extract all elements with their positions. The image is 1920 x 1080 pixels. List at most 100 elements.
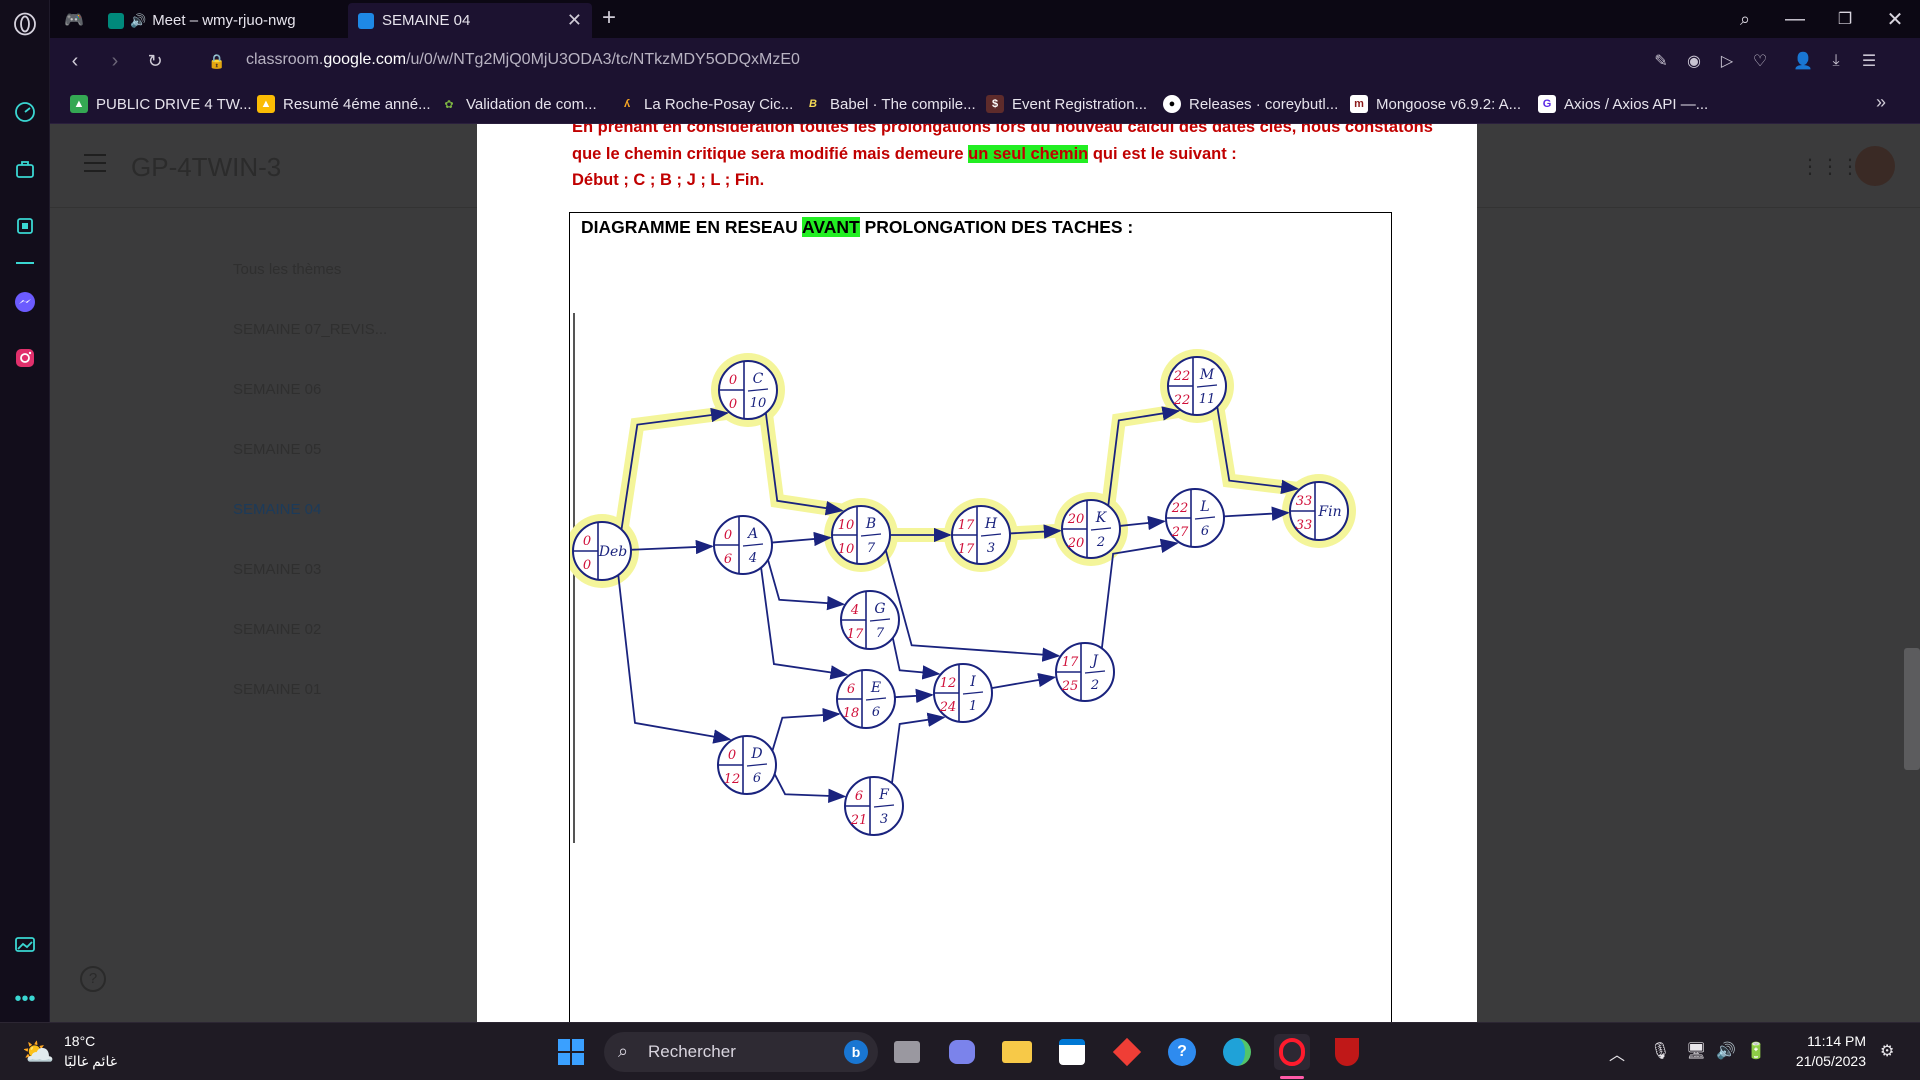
mcafee-icon[interactable] — [1329, 1034, 1365, 1070]
profile-icon[interactable]: 👤 — [1792, 50, 1814, 72]
active-app-indicator — [1280, 1076, 1304, 1079]
tab-meet[interactable]: 🔊 Meet – wmy-rjuo-nwg ✕ — [98, 3, 388, 38]
help-app-icon[interactable]: ? — [1164, 1034, 1200, 1070]
more-icon[interactable]: ••• — [11, 985, 39, 1013]
tab-semaine-04[interactable]: SEMAINE 04 ✕ — [348, 3, 592, 38]
tray-chevron-icon[interactable]: ︿ — [1609, 1041, 1625, 1065]
event-icon: $ — [986, 95, 1004, 113]
battery-icon[interactable]: 🔋 — [1746, 1041, 1766, 1061]
node-task-name: M — [1199, 367, 1215, 383]
bookmark-item[interactable]: ● Releases · coreybutl... — [1163, 93, 1338, 115]
bookmark-item[interactable]: B Babel · The compile... — [804, 93, 976, 115]
bookmark-label: Mongoose v6.9.2: A... — [1376, 95, 1522, 113]
bookmark-item[interactable]: m Mongoose v6.9.2: A... — [1350, 93, 1521, 115]
clock[interactable]: 11:14 PM 21/05/2023 — [1796, 1031, 1866, 1071]
topic-item-active[interactable]: SEMAINE 04 — [233, 501, 321, 518]
url-field[interactable]: classroom.google.com/u/0/w/NTg2MjQ0MjU3O… — [246, 51, 800, 69]
edge-icon[interactable] — [1219, 1034, 1255, 1070]
apps-grid-icon[interactable]: ⋮⋮⋮ — [1800, 154, 1860, 179]
bag-icon[interactable] — [11, 155, 39, 183]
node-early-start: 0 — [728, 748, 736, 763]
weather-widget[interactable]: 18°C غائم غالبًا — [64, 1031, 117, 1071]
document-viewer[interactable]: En prenant en considération toutes les p… — [477, 124, 1477, 1022]
new-tab-button[interactable]: + — [602, 4, 616, 32]
menu-icon[interactable] — [84, 154, 106, 172]
bookmark-item[interactable]: ✿ Validation de com... — [440, 93, 596, 115]
node-late-start: 27 — [1171, 525, 1189, 540]
file-explorer-icon[interactable] — [999, 1034, 1035, 1070]
bookmark-label: Releases · coreybutl... — [1189, 95, 1339, 113]
topic-item[interactable]: SEMAINE 03 — [233, 561, 321, 578]
node-late-start: 12 — [724, 772, 741, 787]
bookmark-label: PUBLIC DRIVE 4 TW... — [96, 95, 252, 113]
node-i: 12 24 I 1 — [933, 663, 993, 723]
speed-dial-icon[interactable] — [11, 98, 39, 126]
ai-chip-icon[interactable] — [11, 212, 39, 240]
bookmark-item[interactable]: G Axios / Axios API —... — [1538, 93, 1708, 115]
messenger-icon[interactable] — [11, 288, 39, 316]
topic-item[interactable]: SEMAINE 05 — [233, 441, 321, 458]
bookmark-item[interactable]: ʎ La Roche-Posay Cic... — [618, 93, 793, 115]
camera-icon[interactable]: ◉ — [1683, 50, 1705, 72]
help-icon[interactable]: ? — [80, 966, 106, 992]
opera-taskbar-icon[interactable] — [1274, 1034, 1310, 1070]
edit-icon[interactable]: ✎ — [1650, 50, 1672, 72]
node-duration: 1 — [969, 699, 977, 714]
node-duration: 7 — [867, 541, 876, 556]
node-late-start: 33 — [1296, 518, 1313, 533]
store-icon[interactable] — [1054, 1034, 1090, 1070]
heart-icon[interactable]: ♡ — [1749, 50, 1771, 72]
bookmark-item[interactable]: ▲ Resumé 4éme anné... — [257, 93, 431, 115]
edge-arrow-Deb-A — [630, 539, 714, 555]
reload-button[interactable]: ↻ — [142, 48, 168, 74]
node-duration: 2 — [1096, 535, 1105, 550]
avatar[interactable] — [1855, 146, 1895, 186]
search-tabs-icon[interactable]: ⌕ — [1725, 6, 1765, 32]
network-icon[interactable]: 🖥 — [1686, 1041, 1706, 1061]
node-task-name: C — [753, 371, 764, 387]
node-c: 0 0 C 10 — [718, 360, 778, 420]
volume-icon[interactable]: 🔊 — [1716, 1041, 1736, 1061]
address-bar: ‹ › ↻ 🔒 classroom.google.com/u/0/w/NTg2M… — [50, 38, 1920, 84]
anydesk-icon[interactable] — [1109, 1034, 1145, 1070]
close-window-button[interactable]: ✕ — [1875, 6, 1915, 32]
download-icon[interactable]: ⤓ — [1825, 50, 1847, 72]
class-title[interactable]: GP-4TWIN-3 — [131, 152, 281, 183]
opera-logo-icon[interactable] — [11, 10, 39, 38]
bookmarks-bar: ▲ PUBLIC DRIVE 4 TW... ▲ Resumé 4éme anné.… — [50, 84, 1920, 124]
topic-item[interactable]: SEMAINE 06 — [233, 381, 321, 398]
minimize-button[interactable]: — — [1775, 6, 1815, 32]
start-button[interactable] — [553, 1034, 589, 1070]
easy-setup-icon[interactable]: ☰ — [1858, 50, 1880, 72]
microphone-icon[interactable]: 🎙 — [1650, 1041, 1670, 1061]
send-icon[interactable]: ▷ — [1716, 50, 1738, 72]
bookmark-item[interactable]: ▲ PUBLIC DRIVE 4 TW... — [70, 93, 252, 115]
node-early-start: 22 — [1173, 369, 1191, 384]
instagram-icon[interactable] — [11, 344, 39, 372]
node-early-start: 6 — [847, 682, 855, 697]
gamepad-icon[interactable]: 🎮 — [64, 10, 84, 30]
task-view-icon[interactable] — [889, 1034, 925, 1070]
bookmark-label: Event Registration... — [1012, 95, 1148, 113]
more-bookmarks-icon[interactable]: » — [1876, 92, 1886, 113]
bookmark-item[interactable]: $ Event Registration... — [986, 93, 1147, 115]
topic-item[interactable]: Tous les thèmes — [233, 261, 341, 278]
pinboard-icon[interactable] — [11, 930, 39, 958]
topic-item[interactable]: SEMAINE 07_REVIS... — [233, 321, 387, 338]
scrollbar-thumb[interactable] — [1904, 648, 1920, 770]
tab-strip: 🎮 🔊 Meet – wmy-rjuo-nwg ✕ SEMAINE 04 ✕ +… — [50, 0, 1920, 38]
restore-button[interactable]: ❐ — [1825, 6, 1865, 32]
taskbar-search-input[interactable]: ⌕ Rechercher b — [604, 1032, 878, 1072]
close-icon[interactable]: ✕ — [567, 10, 582, 31]
weather-desc: غائم غالبًا — [64, 1053, 118, 1069]
teams-chat-icon[interactable] — [944, 1034, 980, 1070]
notifications-icon[interactable]: ⚙ — [1880, 1041, 1894, 1061]
topic-item[interactable]: SEMAINE 02 — [233, 621, 321, 638]
node-early-start: 6 — [855, 789, 863, 804]
node-early-start: 12 — [940, 676, 957, 691]
node-task-name: B — [865, 516, 876, 532]
lock-icon[interactable]: 🔒 — [204, 48, 230, 74]
back-button[interactable]: ‹ — [62, 48, 88, 74]
forward-button[interactable]: › — [102, 48, 128, 74]
topic-item[interactable]: SEMAINE 01 — [233, 681, 321, 698]
